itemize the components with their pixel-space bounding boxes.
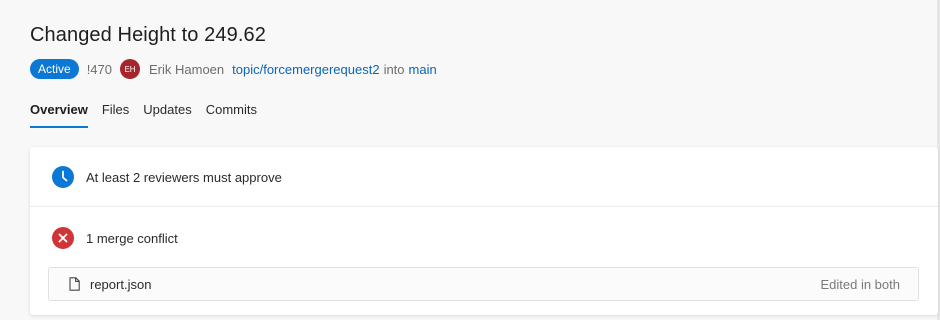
tab-bar: Overview Files Updates Commits: [30, 102, 271, 128]
source-branch-link[interactable]: topic/forcemergerequest2: [232, 62, 379, 77]
author-name[interactable]: Erik Hamoen: [149, 62, 224, 77]
page-title: Changed Height to 249.62: [30, 24, 266, 46]
conflict-file-row[interactable]: report.json Edited in both: [48, 267, 919, 301]
conflict-file-status: Edited in both: [820, 276, 900, 292]
clock-icon: [52, 166, 74, 188]
conflict-text: 1 merge conflict: [86, 230, 178, 246]
tab-commits[interactable]: Commits: [206, 102, 257, 128]
status-badge: Active: [30, 59, 79, 79]
pr-meta: Active !470 EH Erik Hamoen topic/forceme…: [30, 58, 437, 80]
into-text: into: [383, 61, 405, 77]
policy-row: At least 2 reviewers must approve: [30, 165, 938, 189]
conflict-file-name: report.json: [90, 276, 152, 292]
file-icon: [69, 277, 80, 291]
avatar[interactable]: EH: [120, 59, 140, 79]
target-branch-link[interactable]: main: [409, 62, 437, 77]
overview-card: At least 2 reviewers must approve 1 merg…: [30, 147, 938, 315]
divider: [30, 206, 938, 207]
tab-updates[interactable]: Updates: [143, 102, 191, 128]
tab-files[interactable]: Files: [102, 102, 129, 128]
conflict-row: 1 merge conflict: [30, 226, 938, 250]
error-icon: [52, 227, 74, 249]
tab-overview[interactable]: Overview: [30, 102, 88, 128]
policy-text: At least 2 reviewers must approve: [86, 169, 282, 185]
pr-id: !470: [86, 61, 112, 77]
